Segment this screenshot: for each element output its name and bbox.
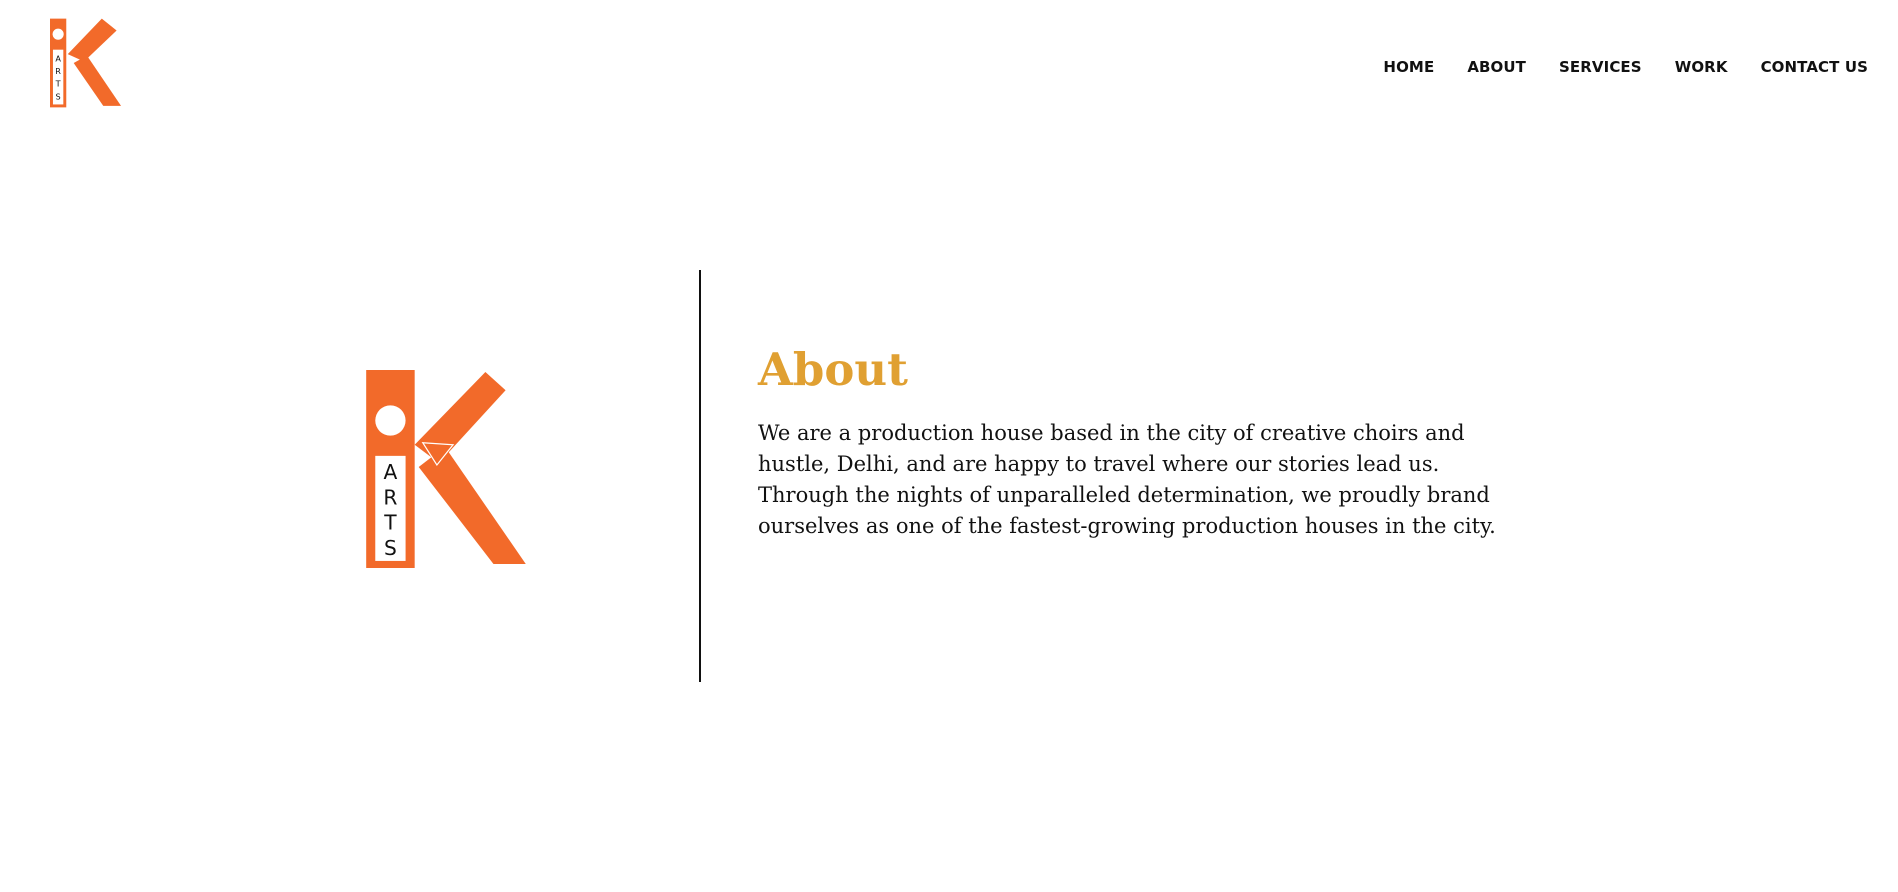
- nav-services[interactable]: SERVICES: [1559, 58, 1642, 76]
- about-logo-icon: A R T S: [366, 370, 526, 568]
- about-description: We are a production house based in the c…: [758, 421, 1496, 538]
- nav-home[interactable]: HOME: [1383, 58, 1434, 76]
- site-header: A R T S HOME ABOUT SERVICES WORK CONTACT…: [0, 0, 1898, 130]
- nav-work[interactable]: WORK: [1675, 58, 1728, 76]
- about-logo-letter-r: R: [383, 485, 397, 509]
- vertical-divider: [699, 270, 701, 682]
- nav-about[interactable]: ABOUT: [1467, 58, 1526, 76]
- about-section: A R T S About We are a production house …: [0, 270, 1898, 682]
- brand-logo-icon[interactable]: A R T S: [50, 18, 124, 108]
- about-title: About: [758, 343, 908, 396]
- logo-letter-t: T: [55, 79, 61, 89]
- main-nav: HOME ABOUT SERVICES WORK CONTACT US: [1350, 58, 1868, 76]
- about-logo-letter-s: S: [384, 536, 397, 560]
- about-logo-letter-t: T: [383, 511, 397, 535]
- about-content: About We are a production house based in…: [758, 342, 1528, 542]
- about-logo-letter-a: A: [384, 460, 398, 484]
- logo-letter-r: R: [55, 66, 61, 76]
- logo-letter-a: A: [55, 54, 61, 64]
- logo-letter-s: S: [56, 91, 61, 101]
- nav-contact-us[interactable]: CONTACT US: [1761, 58, 1868, 76]
